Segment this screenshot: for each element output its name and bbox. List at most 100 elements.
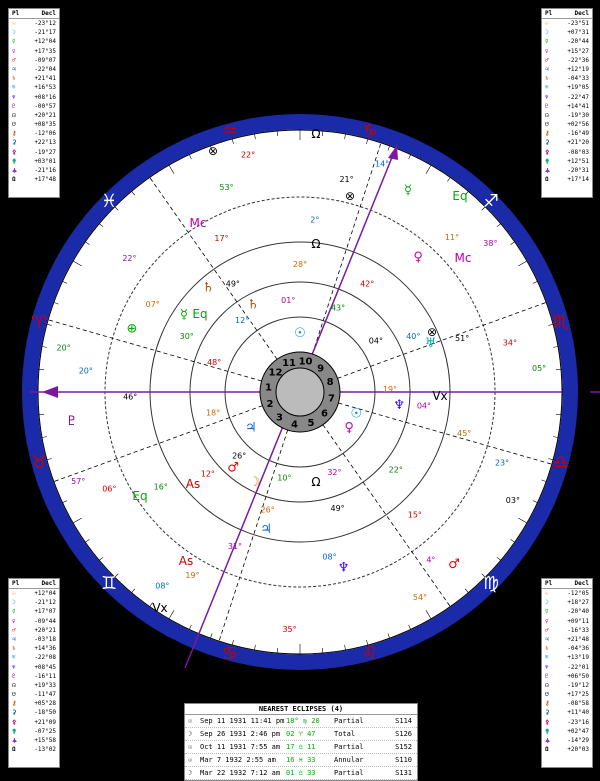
point-label: Mc (455, 251, 472, 265)
chart-stage: PlDecl☉-23°12☽-21°17☿+12°04♀+17°35♂-09°0… (0, 0, 600, 779)
zodiac-sign-icon: ♑ (362, 121, 378, 142)
eclipse-position: 16 ♓ 33 (286, 754, 334, 766)
point-label: Ω (311, 127, 320, 141)
point-label: Ω (311, 237, 320, 251)
house-number-label: 9 (317, 363, 324, 374)
degree-label: 26° (232, 451, 246, 460)
eclipse-icon: ☽ (188, 728, 200, 740)
center-hub-inner (276, 368, 324, 416)
degree-label: 04° (369, 337, 383, 346)
zodiac-sign-icon: ♓ (101, 191, 117, 212)
degree-label: 45° (457, 429, 471, 438)
eclipse-date: Oct 11 1931 7:55 am (200, 741, 286, 753)
zodiac-sign-icon: ♍ (483, 573, 499, 594)
degree-label: 22° (241, 151, 255, 160)
planet-glyph-icon: ⊕ (127, 321, 138, 336)
degree-label: 48° (207, 358, 221, 367)
degree-label: 31° (228, 542, 242, 551)
zodiac-sign-icon: ♐ (483, 191, 499, 212)
zodiac-sign-icon: ♎ (553, 452, 569, 473)
eclipse-position: 17 ♎ 11 (286, 741, 334, 753)
eclipse-date: Sep 26 1931 2:46 pm (200, 728, 286, 740)
eclipse-title: NEAREST ECLIPSES (4) (185, 704, 417, 715)
degree-label: 19° (185, 571, 199, 580)
planet-glyph-icon: ♃ (245, 420, 257, 435)
house-number-label: 11 (282, 358, 296, 369)
degree-label: 20° (79, 366, 93, 375)
degree-label: 34° (503, 338, 517, 347)
eclipse-position: 01 ♎ 33 (286, 767, 334, 779)
eclipse-type: Total (334, 728, 378, 740)
eclipse-type: Partial (334, 715, 378, 727)
point-label: Mc (190, 216, 207, 230)
eclipse-icon: ☽ (188, 767, 200, 779)
house-number-label: 5 (307, 418, 314, 429)
planet-glyph-icon: ♂ (227, 460, 239, 475)
planet-glyph-icon: ♂ (448, 557, 460, 572)
degree-label: 18° (206, 408, 220, 417)
eclipse-type: Partial (334, 741, 378, 753)
eclipse-icon: ☉ (188, 754, 200, 766)
house-number-label: 7 (328, 394, 335, 405)
point-label: As (179, 554, 193, 568)
point-label: Vx (432, 389, 447, 403)
degree-label: 30° (180, 332, 194, 341)
planet-glyph-icon: ♀ (344, 420, 354, 435)
eclipse-type: Partial (334, 767, 378, 779)
house-number-label: 3 (276, 413, 283, 424)
eclipse-row: ☉Mar 7 1932 2:55 am16 ♓ 33AnnularS110 (185, 754, 417, 767)
house-number-label: 10 (299, 356, 313, 367)
house-number-label: 6 (321, 409, 328, 420)
planet-glyph-icon: ♀ (413, 250, 423, 265)
point-label: Eq (452, 189, 467, 203)
degree-label: 35° (282, 625, 296, 634)
degree-label: 53° (219, 183, 233, 192)
degree-label: 01° (281, 296, 295, 305)
degree-label: 16° (154, 483, 168, 492)
zodiac-sign-icon: ♉ (31, 452, 47, 473)
degree-label: 26° (261, 506, 275, 515)
zodiac-sign-icon: ♏ (553, 312, 569, 333)
degree-label: 4° (426, 556, 435, 565)
degree-label: 08° (155, 582, 169, 591)
degree-label: 40° (406, 332, 420, 341)
eclipse-saros: S152 (378, 741, 412, 753)
degree-label: 49° (330, 504, 344, 513)
eclipse-row: ☽Mar 22 1932 7:12 am01 ♎ 33PartialS131 (185, 767, 417, 780)
degree-label: 03° (506, 496, 520, 505)
astro-wheel: ♑♐♏♎♍♌♋♊♉♈♓♒111098765432112ΩΩΩ⊗⊗⊗EqEqEqA… (0, 0, 600, 779)
zodiac-sign-icon: ♈ (31, 312, 47, 333)
house-number-label: 8 (327, 377, 334, 388)
eclipse-position: 18° ♍ 20 (286, 715, 334, 727)
degree-label: 22° (389, 465, 403, 474)
degree-label: 38° (483, 239, 497, 248)
degree-label: 20° (57, 343, 71, 352)
point-label: Vx (152, 601, 167, 615)
point-label: As (186, 477, 200, 491)
degree-label: 21° (339, 175, 353, 184)
degree-label: 2° (310, 216, 319, 225)
degree-label: 08° (322, 552, 336, 561)
planet-glyph-icon: ☉ (294, 326, 306, 341)
eclipse-icon: ☉ (188, 715, 200, 727)
zodiac-sign-icon: ♋ (222, 643, 238, 664)
house-number-label: 1 (265, 382, 272, 393)
planet-glyph-icon: ♅ (425, 336, 437, 351)
degree-label: 11° (445, 233, 459, 242)
degree-label: 43° (331, 303, 345, 312)
point-label: Eq (132, 489, 147, 503)
eclipse-saros: S110 (378, 754, 412, 766)
eclipse-type: Annular (334, 754, 378, 766)
degree-label: 54° (413, 593, 427, 602)
degree-label: 05° (532, 364, 546, 373)
planet-glyph-icon: ☉ (351, 407, 363, 422)
degree-label: 10° (277, 474, 291, 483)
zodiac-sign-icon: ♒ (222, 121, 238, 142)
eclipse-row: ☽Sep 26 1931 2:46 pm02 ♈ 47TotalS126 (185, 728, 417, 741)
degree-label: 23° (495, 459, 509, 468)
point-label: Eq (192, 307, 207, 321)
degree-label: 12° (235, 316, 249, 325)
planet-glyph-icon: ♆ (338, 561, 350, 576)
planet-glyph-icon: ♄ (247, 298, 259, 313)
degree-label: 06° (102, 484, 116, 493)
